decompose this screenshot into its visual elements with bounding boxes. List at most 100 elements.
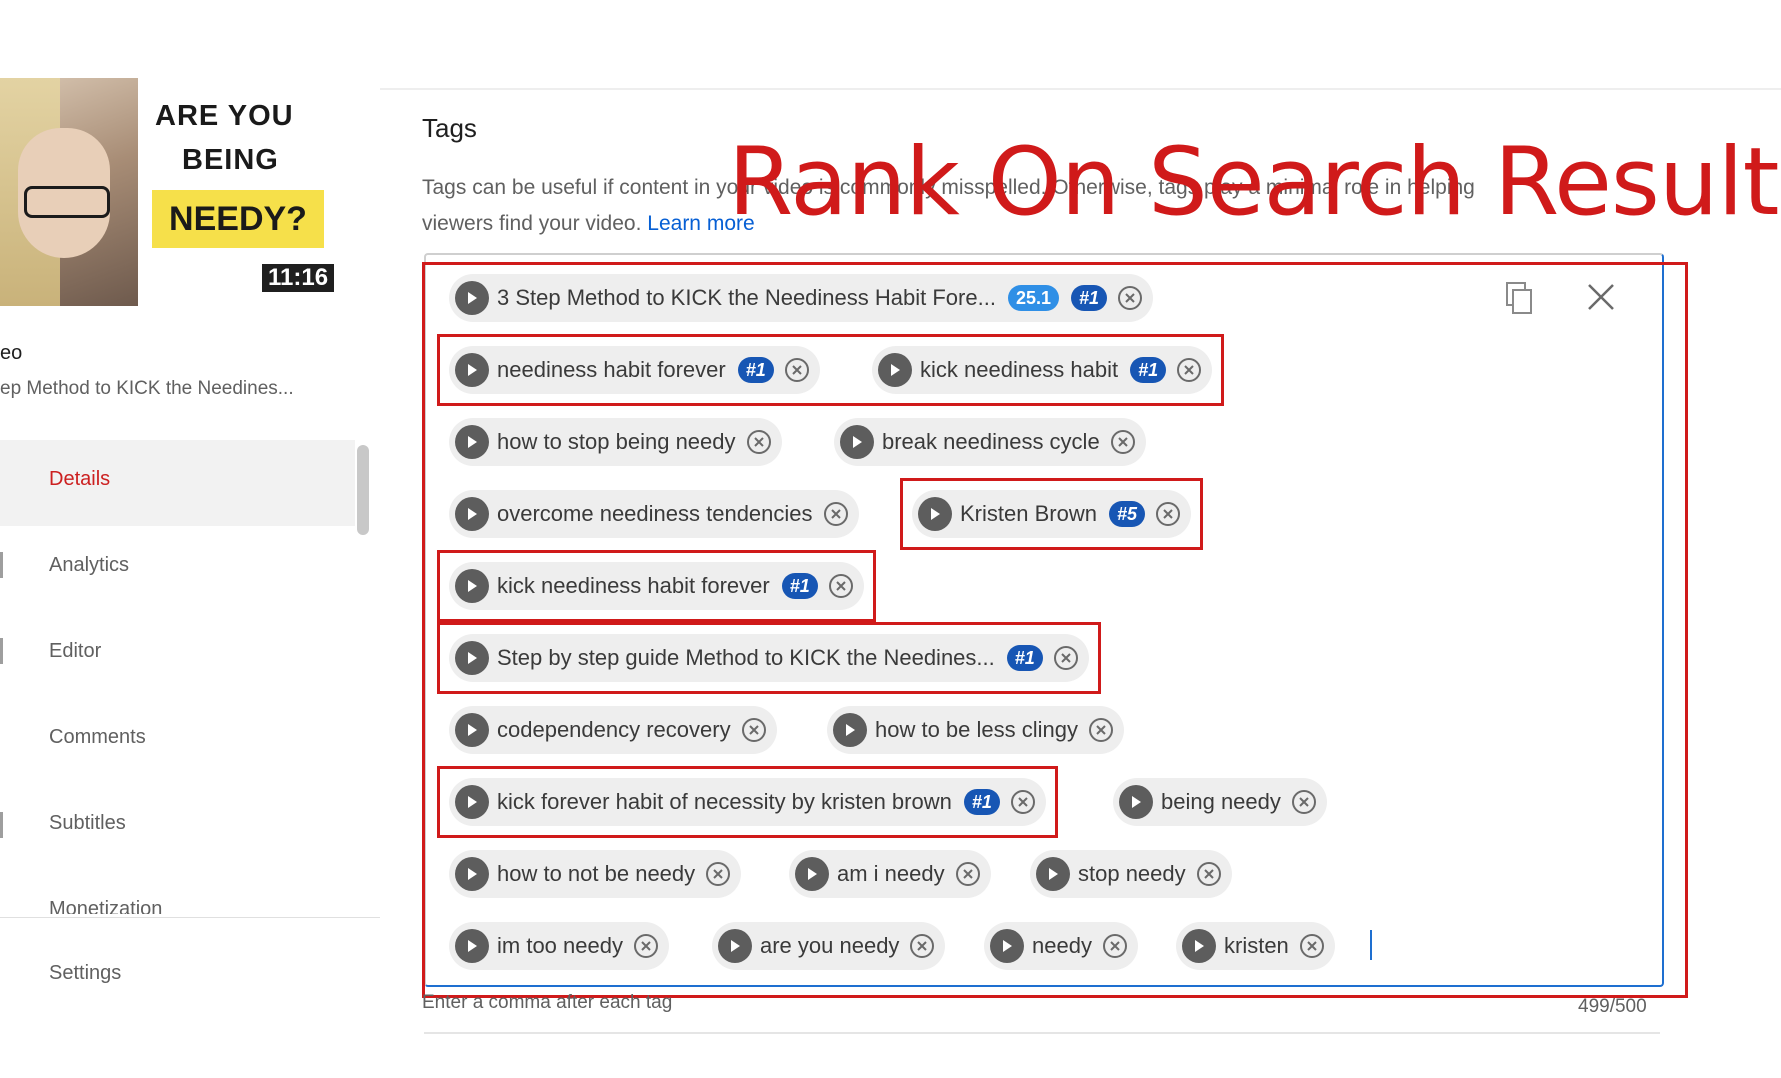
tag-chip[interactable]: how to be less clingy — [827, 706, 1124, 754]
remove-circle-icon[interactable] — [1299, 933, 1325, 959]
remove-circle-icon[interactable] — [1110, 429, 1136, 455]
tag-chip[interactable]: 3 Step Method to KICK the Neediness Habi… — [449, 274, 1153, 322]
remove-circle-icon[interactable] — [1010, 789, 1036, 815]
play-icon — [840, 425, 874, 459]
tag-chip[interactable]: kristen — [1176, 922, 1335, 970]
tag-label: needy — [1032, 933, 1092, 958]
tag-label: Kristen Brown — [960, 501, 1097, 526]
video-thumbnail[interactable]: ARE YOU BEING NEEDY? 11:16 — [0, 78, 340, 308]
tag-label: 3 Step Method to KICK the Neediness Habi… — [497, 285, 996, 310]
tags-description-line2: viewers find your video. — [422, 212, 642, 235]
remove-circle-icon[interactable] — [909, 933, 935, 959]
sidebar-item-details[interactable]: Details — [49, 468, 110, 491]
tag-label: overcome neediness tendencies — [497, 501, 813, 526]
sidebar-divider — [0, 917, 380, 918]
subtitles-icon — [0, 812, 3, 838]
sidebar-item-editor[interactable]: Editor — [49, 640, 101, 663]
play-icon — [1182, 929, 1216, 963]
tag-chip[interactable]: are you needy — [712, 922, 946, 970]
editor-icon — [0, 638, 3, 664]
sidebar-item-settings[interactable]: Settings — [49, 962, 121, 985]
tag-label: im too needy — [497, 933, 623, 958]
tag-rank-badge: #1 — [1006, 645, 1043, 671]
play-icon — [455, 425, 489, 459]
tag-label: kick forever habit of necessity by krist… — [497, 789, 952, 814]
sidebar-item-monetization[interactable]: Monetization — [49, 898, 162, 914]
remove-circle-icon[interactable] — [633, 933, 659, 959]
play-icon — [455, 497, 489, 531]
tag-label: am i needy — [837, 861, 945, 886]
tag-chip[interactable]: im too needy — [449, 922, 669, 970]
character-counter: 499/500 — [1578, 996, 1647, 1017]
remove-circle-icon[interactable] — [1117, 285, 1143, 311]
play-icon — [455, 281, 489, 315]
tag-rank-badge: #1 — [963, 789, 1000, 815]
tags-heading: Tags — [422, 113, 477, 143]
tag-label: break neediness cycle — [882, 429, 1100, 454]
tag-label: are you needy — [760, 933, 900, 958]
close-icon[interactable] — [1586, 282, 1616, 312]
tag-label: Step by step guide Method to KICK the Ne… — [497, 645, 995, 670]
sidebar-scrollbar[interactable] — [357, 445, 369, 535]
copy-icon[interactable] — [1506, 282, 1532, 314]
remove-circle-icon[interactable] — [741, 717, 767, 743]
sidebar-item-analytics[interactable]: Analytics — [49, 554, 129, 577]
tag-rank-badge: #1 — [1130, 357, 1167, 383]
input-underline — [424, 1032, 1660, 1034]
tag-label: kristen — [1224, 933, 1289, 958]
play-icon — [455, 569, 489, 603]
remove-circle-icon[interactable] — [1102, 933, 1128, 959]
play-icon — [990, 929, 1024, 963]
remove-circle-icon[interactable] — [828, 573, 854, 599]
tag-label: neediness habit forever — [497, 357, 726, 382]
remove-circle-icon[interactable] — [1155, 501, 1181, 527]
tag-chip[interactable]: needy — [984, 922, 1138, 970]
remove-circle-icon[interactable] — [705, 861, 731, 887]
tag-chip[interactable]: Step by step guide Method to KICK the Ne… — [449, 634, 1089, 682]
tag-chip[interactable]: kick forever habit of necessity by krist… — [449, 778, 1046, 826]
text-caret — [1370, 930, 1372, 960]
analytics-icon — [0, 552, 3, 578]
remove-circle-icon[interactable] — [1196, 861, 1222, 887]
tag-chip[interactable]: how to stop being needy — [449, 418, 782, 466]
tag-chip[interactable]: break neediness cycle — [834, 418, 1146, 466]
tag-rank-badge: #1 — [1070, 285, 1107, 311]
thumbnail-highlight-text: NEEDY? — [152, 190, 324, 248]
tag-chip[interactable]: kick neediness habit forever #1 — [449, 562, 864, 610]
tag-label: how to not be needy — [497, 861, 696, 886]
tags-hint: Enter a comma after each tag — [422, 992, 673, 1013]
remove-circle-icon[interactable] — [784, 357, 810, 383]
remove-circle-icon[interactable] — [1053, 645, 1079, 671]
tag-chip[interactable]: codependency recovery — [449, 706, 777, 754]
tag-score-badge: 25.1 — [1007, 285, 1059, 311]
remove-circle-icon[interactable] — [823, 501, 849, 527]
play-icon — [833, 713, 867, 747]
play-icon — [1119, 785, 1153, 819]
remove-circle-icon[interactable] — [1176, 357, 1202, 383]
sidebar-item-comments[interactable]: Comments — [49, 726, 146, 749]
tag-chip[interactable]: am i needy — [789, 850, 991, 898]
tag-chip[interactable]: kick neediness habit #1 — [872, 346, 1213, 394]
tag-rank-badge: #1 — [737, 357, 774, 383]
video-title: ep Method to KICK the Needines... — [0, 378, 294, 399]
tag-chip[interactable]: neediness habit forever #1 — [449, 346, 820, 394]
play-icon — [718, 929, 752, 963]
play-icon — [455, 713, 489, 747]
tag-chip[interactable]: being needy — [1113, 778, 1327, 826]
play-icon — [795, 857, 829, 891]
tag-chip[interactable]: Kristen Brown #5 — [912, 490, 1191, 538]
sidebar-item-subtitles[interactable]: Subtitles — [49, 812, 126, 835]
video-label: eo — [0, 342, 23, 364]
remove-circle-icon[interactable] — [1088, 717, 1114, 743]
remove-circle-icon[interactable] — [955, 861, 981, 887]
play-icon — [878, 353, 912, 387]
play-icon — [918, 497, 952, 531]
tag-chip[interactable]: how to not be needy — [449, 850, 742, 898]
tag-chip[interactable]: stop needy — [1030, 850, 1232, 898]
tag-label: stop needy — [1078, 861, 1186, 886]
remove-circle-icon[interactable] — [1291, 789, 1317, 815]
play-icon — [455, 857, 489, 891]
thumbnail-glasses — [24, 186, 110, 218]
remove-circle-icon[interactable] — [746, 429, 772, 455]
tag-chip[interactable]: overcome neediness tendencies — [449, 490, 859, 538]
